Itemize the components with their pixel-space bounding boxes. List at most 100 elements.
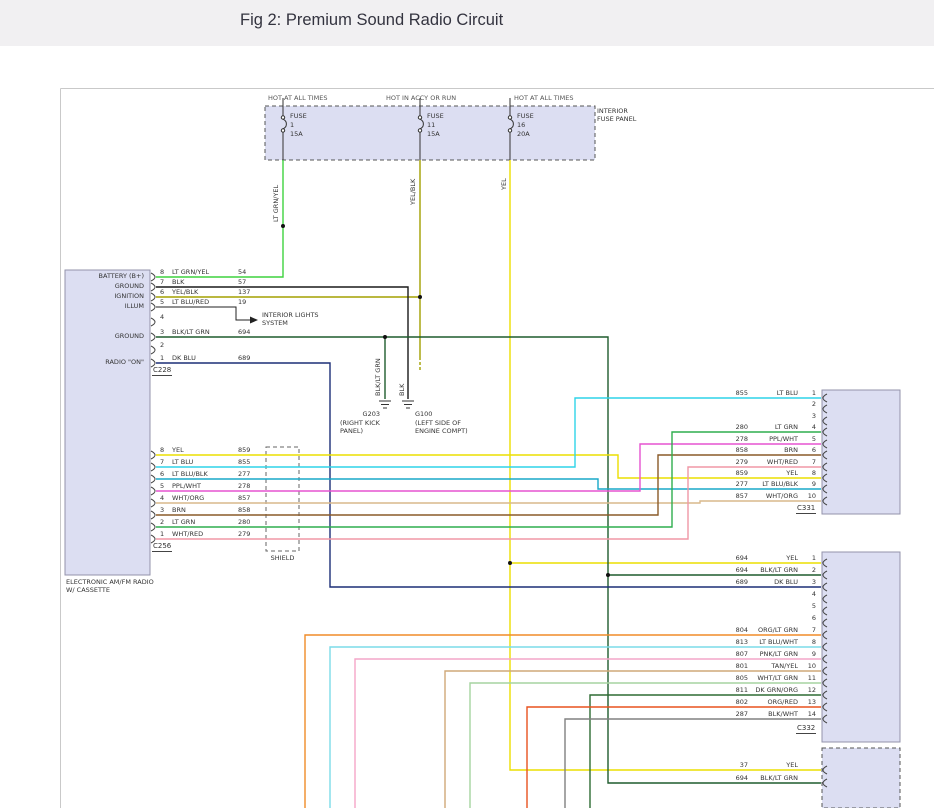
pin-number: 1: [160, 354, 170, 362]
pin-number: 2: [160, 341, 170, 349]
circuit-number: 277: [238, 470, 268, 478]
wire-name-vertical: YEL/BLK: [409, 179, 417, 205]
wire-label: YEL: [752, 469, 798, 477]
circuit-number: 287: [700, 710, 748, 718]
pin-bracket: [151, 346, 155, 354]
wire-label: LT BLU/BLK: [172, 470, 232, 478]
wire-label: BLK/WHT: [752, 710, 798, 718]
circuit-number: 279: [238, 530, 268, 538]
pin-bracket: [151, 511, 155, 519]
wire-label: PNK/LT GRN: [752, 650, 798, 658]
shield-label: SHIELD: [266, 554, 299, 562]
wire-label: TAN/YEL: [752, 662, 798, 670]
pin-number: 7: [160, 458, 170, 466]
pin-number: 6: [800, 446, 816, 454]
pin-bracket: [151, 318, 155, 326]
wire-label: BLK/LT GRN: [172, 328, 232, 336]
ground-name-g100: G100: [415, 410, 432, 418]
radio-caption: ELECTRONIC AM/FM RADIO W/ CASSETTE: [66, 578, 161, 594]
pin-number: 9: [800, 650, 816, 658]
pin-number: 3: [160, 328, 170, 336]
fuse-number: 11: [427, 121, 444, 130]
pin-function: GROUND: [66, 282, 144, 290]
fuse-name: FUSE: [517, 112, 534, 121]
circuit-number: 858: [238, 506, 268, 514]
pin-number: 4: [800, 590, 816, 598]
feed-label: HOT IN ACCY OR RUN: [386, 94, 456, 102]
interior-lights-arrow: [156, 307, 258, 324]
pin-number: 8: [160, 268, 170, 276]
pin-number: 7: [800, 626, 816, 634]
circuit-number: 859: [238, 446, 268, 454]
pin-number: 4: [160, 313, 170, 321]
wire-label: DK BLU: [752, 578, 798, 586]
fuse-11-label: FUSE 11 15A: [427, 112, 444, 139]
circuit-number: 277: [700, 480, 748, 488]
pin-number: 12: [800, 686, 816, 694]
pin-number: 7: [160, 278, 170, 286]
pin-bracket: [151, 451, 155, 459]
circuit-number: 694: [700, 554, 748, 562]
ground-location-g203: (RIGHT KICK PANEL): [340, 419, 386, 435]
ground-symbols: [379, 401, 414, 408]
pin-number: 3: [160, 506, 170, 514]
pin-number: 8: [800, 469, 816, 477]
circuit-number: 858: [700, 446, 748, 454]
pin-number: 2: [800, 400, 816, 408]
connector-name-c228: C228: [152, 366, 172, 376]
wire-label: BLK/LT GRN: [752, 774, 798, 782]
circuit-number: 857: [238, 494, 268, 502]
pin-number: 6: [160, 288, 170, 296]
pin-number: 9: [800, 480, 816, 488]
wire-label: PPL/WHT: [752, 435, 798, 443]
arrowhead-icon: [250, 317, 258, 324]
circuit-number: 804: [700, 626, 748, 634]
circuit-number: 857: [700, 492, 748, 500]
circuit-number: 137: [238, 288, 268, 296]
connector-name-c331: C331: [796, 504, 816, 514]
interior-lights-note: INTERIOR LIGHTS SYSTEM: [262, 311, 322, 327]
wire-label: ORG/LT GRN: [752, 626, 798, 634]
ground-g100-icon: [402, 401, 414, 408]
wire-label: BLK: [172, 278, 232, 286]
pin-bracket: [151, 293, 155, 301]
pin-number: 5: [800, 602, 816, 610]
pin-number: 5: [160, 298, 170, 306]
pin-number: 1: [800, 554, 816, 562]
circuit-number: 280: [700, 423, 748, 431]
circuit-number: 19: [238, 298, 268, 306]
ground-g203-icon: [379, 401, 391, 408]
pin-number: 7: [800, 458, 816, 466]
fuse-panel-label: INTERIOR FUSE PANEL: [597, 107, 637, 123]
connector-c332-block: [822, 552, 900, 742]
pin-bracket: [151, 523, 155, 531]
fuse-number: 16: [517, 121, 534, 130]
pin-number: 4: [800, 423, 816, 431]
circuit-number: 805: [700, 674, 748, 682]
circuit-number: 811: [700, 686, 748, 694]
wire: [156, 160, 283, 277]
wire-name-vertical: LT GRN/YEL: [272, 185, 280, 222]
circuit-number: 689: [700, 578, 748, 586]
circuit-number: 37: [700, 761, 748, 769]
wire-label: BLK/LT GRN: [752, 566, 798, 574]
pin-number: 13: [800, 698, 816, 706]
wire-name-vertical: BLK/LT GRN: [374, 358, 382, 396]
ground-name-g203: G203: [352, 410, 380, 418]
circuit-number: 689: [238, 354, 268, 362]
pin-number: 5: [800, 435, 816, 443]
wire-label: YEL: [752, 761, 798, 769]
wire-label: ORG/RED: [752, 698, 798, 706]
wire-name-vertical: BLK: [398, 384, 406, 396]
fuse-name: FUSE: [427, 112, 444, 121]
circuit-number: 279: [700, 458, 748, 466]
pin-bracket: [151, 283, 155, 291]
circuit-number: 694: [238, 328, 268, 336]
fuse-rating: 15A: [427, 130, 444, 139]
pin-function: GROUND: [66, 332, 144, 340]
pin-number: 10: [800, 662, 816, 670]
wire-label: DK BLU: [172, 354, 232, 362]
pin-number: 3: [800, 412, 816, 420]
pin-bracket: [151, 463, 155, 471]
pin-number: 6: [160, 470, 170, 478]
